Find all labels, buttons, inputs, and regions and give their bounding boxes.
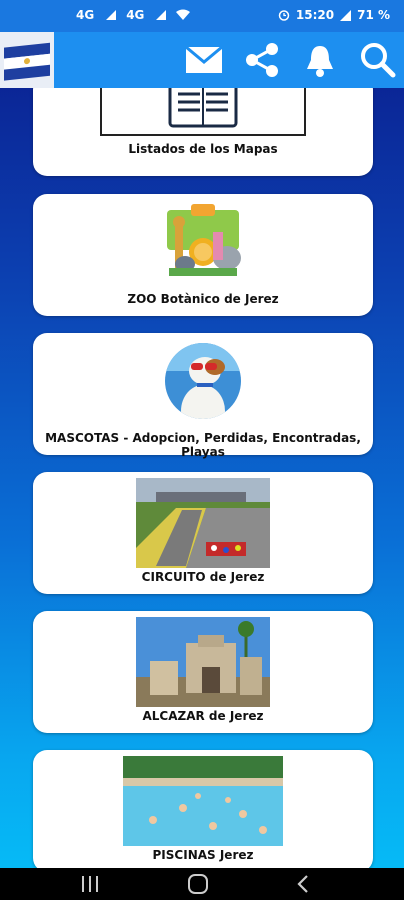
card-label: ALCAZAR de Jerez bbox=[142, 709, 264, 723]
home-icon[interactable] bbox=[186, 874, 210, 894]
alarm-icon bbox=[278, 10, 290, 21]
dog-with-sunglasses-image bbox=[163, 341, 243, 421]
menu-list: Listados de los Mapas ZOO Botànico de Je… bbox=[0, 88, 404, 868]
card-listados-mapas[interactable]: Listados de los Mapas bbox=[33, 88, 373, 176]
signal-icon bbox=[106, 10, 117, 20]
network-label-2: 4G bbox=[126, 8, 145, 22]
card-mascotas[interactable]: MASCOTAS - Adopcion, Perdidas, Encontrad… bbox=[33, 333, 373, 459]
battery-level: 71 % bbox=[357, 8, 390, 22]
wifi-icon bbox=[176, 9, 191, 20]
app-bar-actions bbox=[184, 40, 398, 80]
flag-icon[interactable] bbox=[0, 32, 54, 88]
status-bar: 4G 4G 15:20 71 % bbox=[0, 0, 404, 32]
card-label: MASCOTAS - Adopcion, Perdidas, Encontrad… bbox=[45, 431, 361, 459]
search-icon[interactable] bbox=[358, 40, 398, 80]
bell-icon[interactable] bbox=[300, 40, 340, 80]
card-label: CIRCUITO de Jerez bbox=[141, 570, 265, 584]
signal-icon bbox=[156, 10, 167, 20]
card-label: Listados de los Mapas bbox=[128, 142, 278, 156]
status-right: 15:20 71 % bbox=[278, 8, 390, 22]
zoo-animals-image bbox=[161, 202, 245, 282]
card-label: ZOO Botànico de Jerez bbox=[127, 292, 279, 306]
alcazar-castle-image bbox=[136, 617, 270, 707]
card-zoo[interactable]: ZOO Botànico de Jerez bbox=[33, 194, 373, 316]
signal-strength-icon bbox=[340, 9, 352, 21]
app-bar bbox=[0, 32, 404, 88]
swimming-pool-image bbox=[123, 756, 283, 846]
clock: 15:20 bbox=[295, 8, 335, 22]
card-label: PISCINAS Jerez bbox=[152, 848, 254, 862]
race-circuit-image bbox=[136, 478, 270, 568]
system-nav-bar bbox=[0, 868, 404, 900]
share-icon[interactable] bbox=[242, 40, 282, 80]
back-icon[interactable] bbox=[292, 874, 316, 894]
network-indicators: 4G 4G bbox=[76, 8, 191, 22]
network-label-1: 4G bbox=[76, 8, 95, 22]
recent-apps-icon[interactable] bbox=[78, 874, 102, 894]
card-piscinas[interactable]: PISCINAS Jerez bbox=[33, 750, 373, 868]
card-circuito[interactable]: CIRCUITO de Jerez bbox=[33, 472, 373, 594]
mail-icon[interactable] bbox=[184, 40, 224, 80]
map-list-icon bbox=[100, 88, 306, 136]
card-alcazar[interactable]: ALCAZAR de Jerez bbox=[33, 611, 373, 733]
